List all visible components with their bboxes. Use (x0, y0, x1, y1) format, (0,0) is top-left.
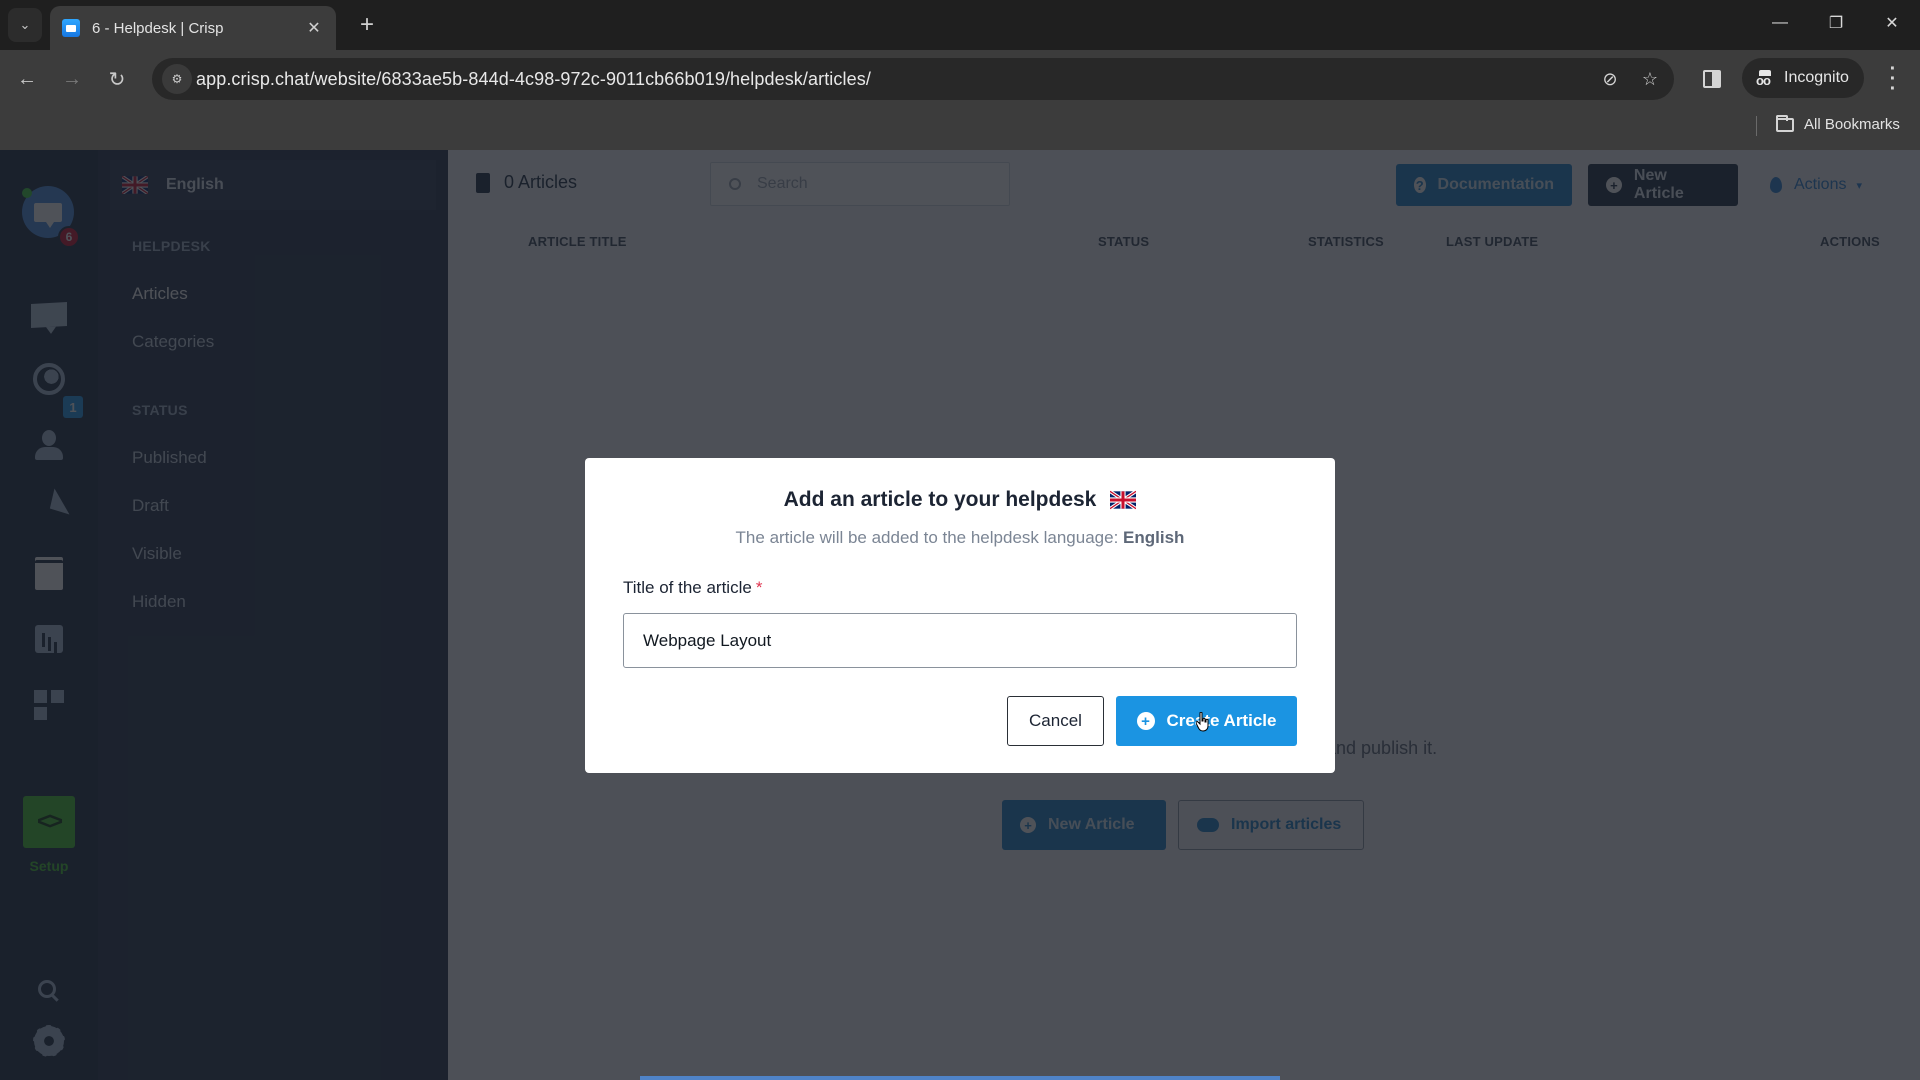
new-tab-button[interactable]: + (352, 10, 382, 40)
tab-title: 6 - Helpdesk | Crisp (92, 19, 224, 37)
modal-title-text: Add an article to your helpdesk (783, 488, 1097, 511)
hand-pointer-cursor-icon (1196, 712, 1209, 732)
restore-button[interactable]: ❐ (1808, 0, 1864, 46)
browser-menu-icon[interactable]: · · · (1884, 59, 1902, 99)
bookmark-star-icon[interactable]: ☆ (1638, 67, 1662, 91)
tab-search-button[interactable]: ⌄ (8, 8, 42, 42)
cancel-button[interactable]: Cancel (1007, 696, 1104, 746)
title-field-label-text: Title of the article (623, 578, 752, 597)
tracking-protection-eye-off-icon[interactable]: ⊘ (1598, 67, 1622, 91)
reload-button[interactable]: ↻ (100, 62, 134, 96)
close-window-button[interactable]: ✕ (1864, 0, 1920, 46)
modal-subtitle-prefix: The article will be added to the helpdes… (735, 528, 1119, 547)
loading-bar (640, 1076, 1280, 1080)
article-title-input[interactable] (623, 613, 1297, 668)
back-button[interactable]: ← (10, 62, 44, 96)
bookmarks-divider (1756, 116, 1757, 136)
folder-icon (1776, 114, 1794, 132)
incognito-icon (1756, 70, 1774, 87)
side-panel-icon[interactable] (1703, 70, 1721, 88)
browser-toolbar: ← → ↻ ⚙ app.crisp.chat/website/6833ae5b-… (0, 50, 1920, 108)
incognito-label: Incognito (1784, 69, 1849, 86)
address-bar[interactable]: ⚙ app.crisp.chat/website/6833ae5b-844d-4… (152, 58, 1674, 100)
incognito-indicator[interactable]: Incognito (1742, 58, 1864, 98)
modal-title: Add an article to your helpdesk (585, 488, 1335, 512)
uk-flag-icon (1110, 490, 1137, 510)
required-asterisk: * (755, 578, 763, 597)
modal-subtitle: The article will be added to the helpdes… (585, 528, 1335, 548)
browser-tab[interactable]: 6 - Helpdesk | Crisp ✕ (50, 6, 336, 50)
site-info-icon[interactable]: ⚙ (162, 64, 192, 94)
modal-subtitle-language: English (1123, 528, 1185, 547)
add-article-modal: Add an article to your helpdesk The arti… (585, 458, 1335, 773)
all-bookmarks-label: All Bookmarks (1804, 116, 1900, 133)
close-tab-icon[interactable]: ✕ (304, 18, 324, 38)
minimize-button[interactable]: — (1752, 0, 1808, 46)
all-bookmarks-button[interactable]: All Bookmarks (1776, 114, 1900, 133)
title-field-label: Title of the article * (623, 578, 762, 598)
url-text[interactable]: app.crisp.chat/website/6833ae5b-844d-4c9… (196, 69, 871, 90)
bookmarks-bar: All Bookmarks (0, 108, 1920, 150)
create-article-label: Create Article (1166, 711, 1277, 730)
browser-tab-bar: ⌄ 6 - Helpdesk | Crisp ✕ + — ❐ ✕ (0, 0, 1920, 50)
crisp-favicon-icon (62, 19, 80, 37)
plus-circle-icon: + (1136, 712, 1155, 730)
forward-button[interactable]: → (55, 62, 89, 96)
